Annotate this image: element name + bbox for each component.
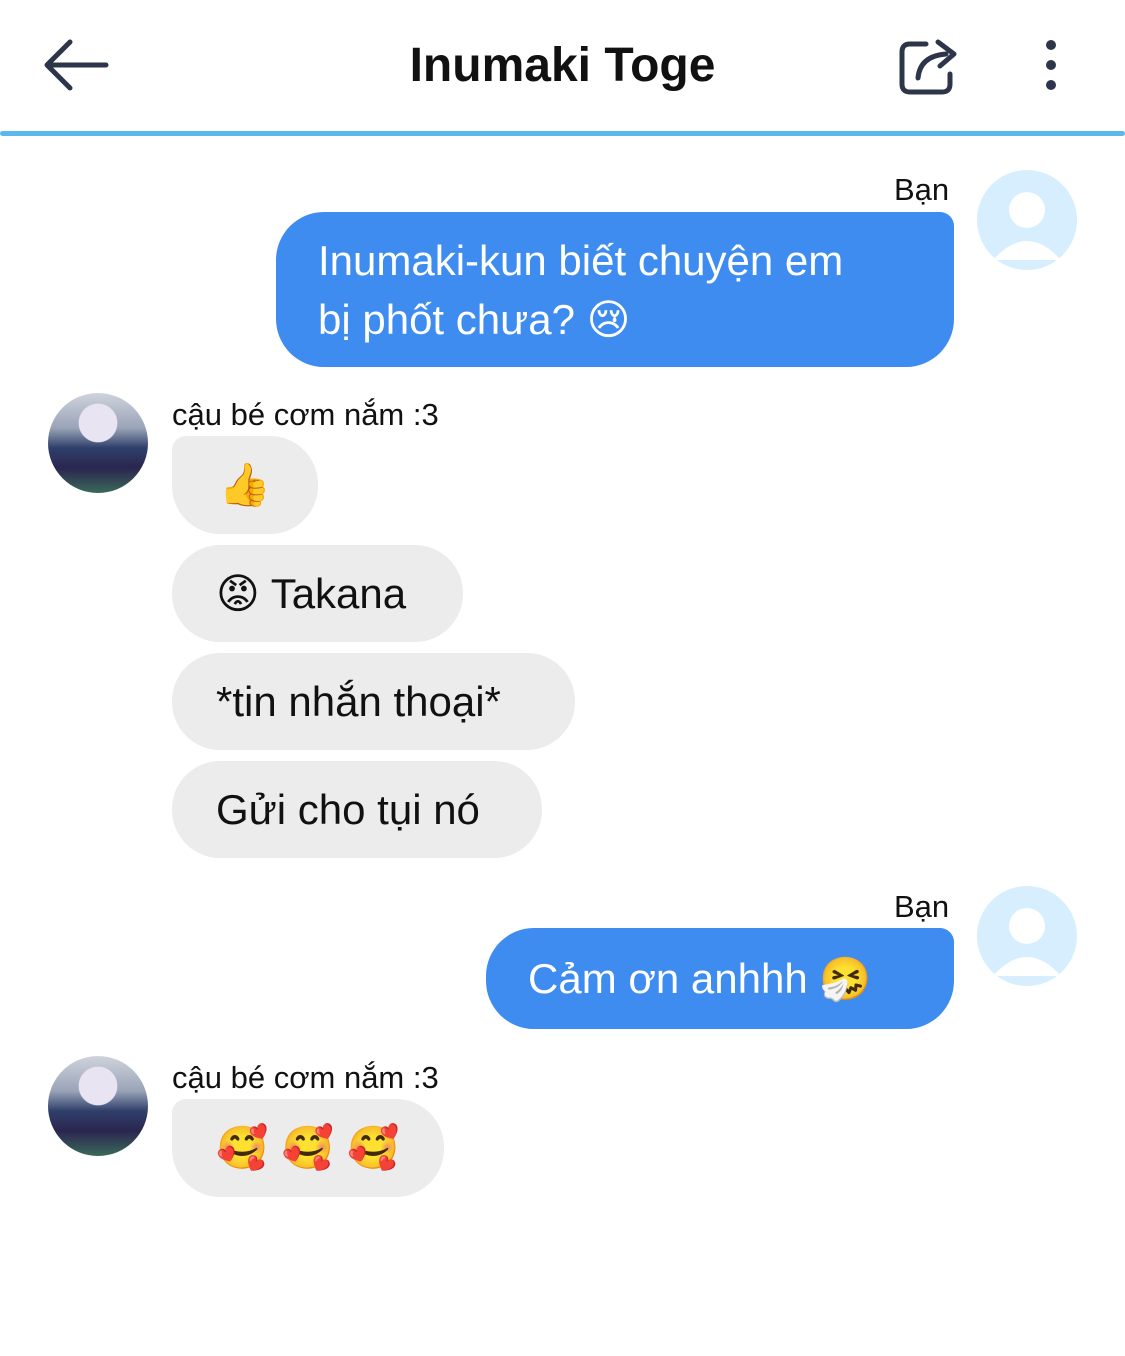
message-bubble-incoming[interactable]: 👍 [172, 436, 318, 534]
share-button[interactable] [893, 30, 965, 100]
share-icon [899, 39, 957, 95]
sender-name: cậu bé cơm nắm :3 [172, 397, 439, 432]
user-silhouette-icon [993, 908, 1061, 976]
message-text: *tin nhắn thoại* [216, 677, 501, 725]
sender-name: Bạn [894, 889, 950, 924]
contact-avatar[interactable] [48, 1056, 148, 1156]
chat-header: Inumaki Toge [0, 0, 1125, 132]
message-line: Inumaki-kun biết chuyện em [318, 236, 844, 284]
message-text: 🥰 🥰 🥰 [216, 1123, 400, 1172]
message-bubble-outgoing[interactable]: Cảm ơn anhhh 🤧 [486, 928, 954, 1029]
message-bubble-incoming[interactable]: 🥰 🥰 🥰 [172, 1099, 444, 1197]
message-bubble-incoming[interactable]: *tin nhắn thoại* [172, 653, 575, 750]
sender-name: cậu bé cơm nắm :3 [172, 1060, 439, 1095]
message-text: Inumaki-kun biết chuyện em bị phốt chưa?… [318, 231, 843, 349]
message-text: Gửi cho tụi nó [216, 785, 480, 833]
message-text: Cảm ơn anhhh 🤧 [528, 954, 872, 1002]
message-bubble-outgoing[interactable]: Inumaki-kun biết chuyện em bị phốt chưa?… [276, 212, 954, 367]
contact-avatar[interactable] [48, 393, 148, 493]
more-options-button[interactable] [1024, 30, 1078, 100]
message-bubble-incoming[interactable]: 😡 Takana [172, 545, 463, 642]
message-text: 😡 Takana [216, 569, 407, 617]
user-silhouette-icon [993, 192, 1061, 260]
my-avatar[interactable] [977, 886, 1077, 986]
message-bubble-incoming[interactable]: Gửi cho tụi nó [172, 761, 542, 858]
my-avatar[interactable] [977, 170, 1077, 270]
header-divider [0, 131, 1125, 136]
message-text: 👍 [218, 460, 272, 509]
more-vertical-icon [1046, 40, 1056, 90]
message-line: bị phốt chưa? 😢 [318, 295, 631, 343]
sender-name: Bạn [894, 172, 950, 207]
